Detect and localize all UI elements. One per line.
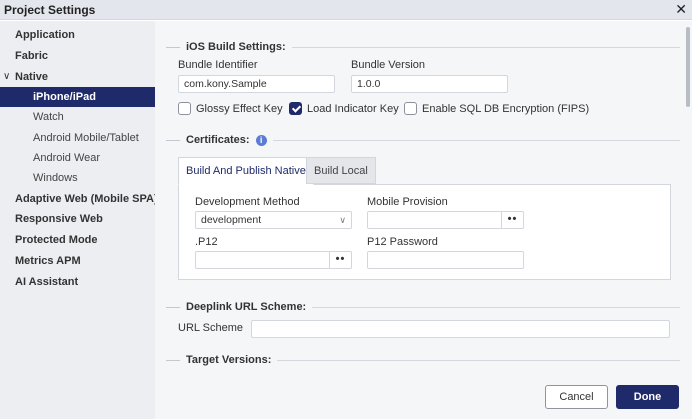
section-title: Target Versions: [186, 354, 272, 366]
p12-input[interactable]: •• [195, 251, 352, 269]
sidebar-item-label: iPhone/iPad [33, 91, 96, 103]
sidebar-item-label: Windows [33, 172, 78, 184]
sidebar-item-android-wear[interactable]: Android Wear [0, 148, 155, 168]
close-icon[interactable]: ✕ [675, 1, 687, 18]
section-title: Deeplink URL Scheme: [186, 301, 307, 313]
section-title: Certificates: [186, 134, 250, 146]
mobile-provision-input[interactable]: •• [367, 211, 524, 229]
glossy-effect-checkbox[interactable]: Glossy Effect Key [178, 102, 283, 115]
divider [166, 46, 180, 48]
sidebar-item-windows[interactable]: Windows [0, 168, 155, 188]
url-scheme-label: URL Scheme [178, 322, 244, 334]
mobile-provision-label: Mobile Provision [367, 196, 448, 208]
checkbox-box[interactable] [178, 102, 191, 115]
bundle-identifier-label: Bundle Identifier [178, 59, 258, 71]
info-icon[interactable]: i [255, 134, 267, 146]
section-title: iOS Build Settings: [186, 41, 286, 53]
sidebar-item-adaptive-web[interactable]: Adaptive Web (Mobile SPA) [0, 189, 158, 209]
deeplink-heading: Deeplink URL Scheme: [166, 300, 680, 314]
select-value: development [201, 214, 262, 226]
bundle-version-label: Bundle Version [351, 59, 425, 71]
window-title: Project Settings [4, 3, 96, 17]
p12-password-input[interactable] [367, 251, 524, 269]
sidebar-item-label: AI Assistant [15, 276, 79, 288]
checkbox-label: Glossy Effect Key [196, 102, 283, 115]
sidebar-item-metrics-apm[interactable]: Metrics APM [0, 251, 155, 271]
sidebar-item-label: Android Wear [33, 152, 101, 164]
tab-build-and-publish-native[interactable]: Build And Publish Native [178, 157, 314, 185]
sidebar-item-responsive-web[interactable]: Responsive Web [0, 209, 155, 229]
tab-build-local[interactable]: Build Local [306, 157, 376, 184]
done-button[interactable]: Done [616, 385, 679, 409]
divider [166, 139, 180, 141]
divider [166, 306, 180, 308]
divider [312, 306, 680, 308]
enable-sql-encryption-checkbox[interactable]: Enable SQL DB Encryption (FIPS) [404, 102, 589, 115]
sidebar-item-label: Metrics APM [15, 255, 81, 267]
sidebar-item-label: Responsive Web [15, 213, 103, 225]
sidebar-item-android-mobile-tablet[interactable]: Android Mobile/Tablet [0, 128, 155, 148]
url-scheme-input[interactable] [251, 320, 670, 338]
title-bar: Project Settings ✕ [0, 0, 692, 20]
bundle-identifier-input[interactable]: com.kony.Sample [178, 75, 335, 93]
sidebar-item-iphone-ipad[interactable]: iPhone/iPad [0, 87, 155, 107]
sidebar-item-label: Watch [33, 111, 64, 123]
sidebar-item-protected-mode[interactable]: Protected Mode [0, 230, 155, 250]
sidebar-item-label: Android Mobile/Tablet [33, 132, 139, 144]
ios-build-heading: iOS Build Settings: [166, 40, 680, 54]
divider [291, 46, 680, 48]
sidebar-item-ai-assistant[interactable]: AI Assistant [0, 272, 155, 292]
chevron-down-icon: ∨ [339, 215, 346, 225]
browse-button[interactable]: •• [501, 212, 523, 228]
checkbox-box-checked[interactable] [289, 102, 302, 115]
load-indicator-checkbox[interactable]: Load Indicator Key [289, 102, 399, 115]
development-method-label: Development Method [195, 196, 300, 208]
divider [277, 359, 680, 361]
browse-button[interactable]: •• [329, 252, 351, 268]
p12-label: .P12 [195, 236, 218, 248]
sidebar-item-label: Native [15, 71, 49, 83]
scrollbar[interactable] [686, 27, 690, 107]
sidebar-item-application[interactable]: Application [0, 25, 155, 45]
certificates-heading: Certificates: i [166, 133, 680, 147]
chevron-down-icon: ∨ [3, 71, 11, 82]
sidebar-item-label: Fabric [15, 50, 49, 62]
sidebar-item-native[interactable]: ∨ Native [0, 67, 155, 87]
sidebar-item-watch[interactable]: Watch [0, 107, 155, 127]
checkbox-label: Load Indicator Key [307, 102, 399, 115]
divider [166, 359, 180, 361]
sidebar-item-label: Adaptive Web (Mobile SPA) [15, 193, 158, 205]
sidebar-item-fabric[interactable]: Fabric [0, 46, 155, 66]
sidebar-item-label: Application [15, 29, 75, 41]
checkbox-label: Enable SQL DB Encryption (FIPS) [422, 102, 590, 115]
target-versions-heading: Target Versions: [166, 353, 680, 367]
development-method-select[interactable]: development ∨ [195, 211, 352, 229]
checkbox-box[interactable] [404, 102, 417, 115]
sidebar: Application Fabric ∨ Native iPhone/iPad W… [0, 21, 158, 419]
divider [272, 139, 680, 141]
cancel-button[interactable]: Cancel [545, 385, 608, 409]
sidebar-item-label: Protected Mode [15, 234, 98, 246]
settings-panel: iOS Build Settings: Bundle Identifier co… [155, 21, 692, 419]
bundle-version-input[interactable]: 1.0.0 [351, 75, 508, 93]
p12-password-label: P12 Password [367, 236, 438, 248]
